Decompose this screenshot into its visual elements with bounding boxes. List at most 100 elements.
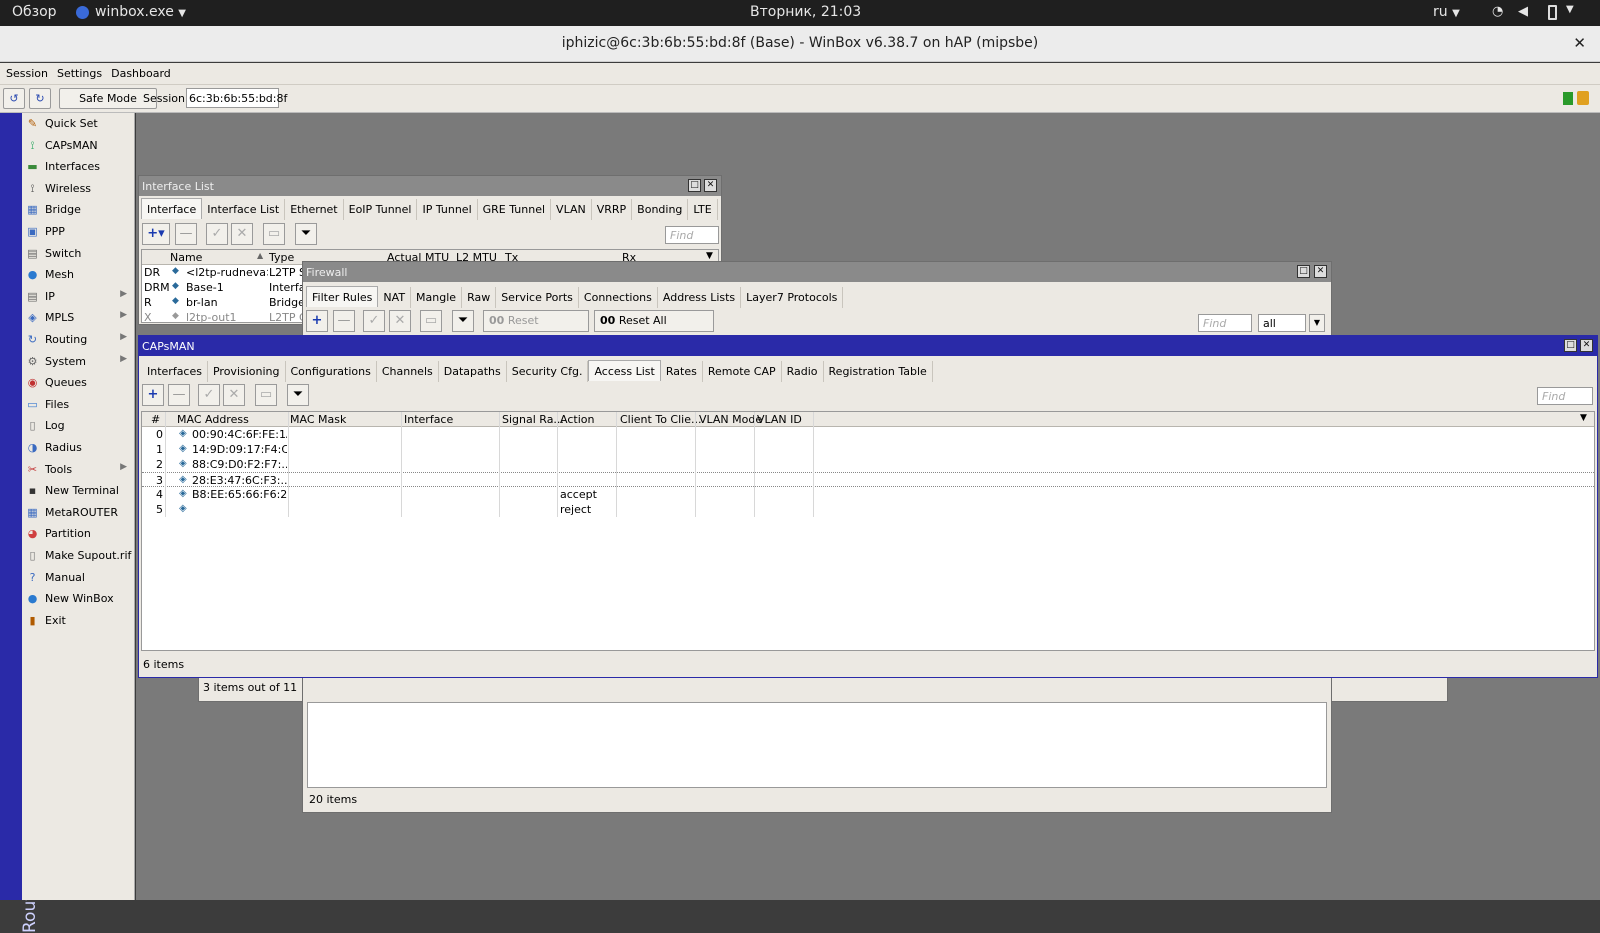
comment-button[interactable]: ▭ bbox=[420, 310, 442, 332]
enable-button[interactable]: ✓ bbox=[206, 223, 228, 245]
filter-button[interactable]: ⏷ bbox=[452, 310, 474, 332]
col-action[interactable]: Action bbox=[560, 413, 594, 426]
sidebar-item-interfaces[interactable]: ▬ Interfaces bbox=[22, 156, 135, 178]
sidebar-item-bridge[interactable]: ▦ Bridge bbox=[22, 199, 135, 221]
col-vlan-id[interactable]: VLAN ID bbox=[757, 413, 802, 426]
sidebar-item-manual[interactable]: ? Manual bbox=[22, 567, 135, 589]
enable-button[interactable]: ✓ bbox=[363, 310, 385, 332]
comment-button[interactable]: ▭ bbox=[255, 384, 277, 406]
find-input[interactable]: Find bbox=[1537, 387, 1593, 405]
wifi-icon[interactable]: ◔ bbox=[1492, 4, 1503, 19]
reset-counters-button[interactable]: 00 Reset Counters bbox=[483, 310, 589, 347]
comment-button[interactable]: ▭ bbox=[263, 223, 285, 245]
sidebar-item-make-supout-rif[interactable]: ▯ Make Supout.rif bbox=[22, 545, 135, 567]
sidebar-item-ppp[interactable]: ▣ PPP bbox=[22, 221, 135, 243]
tab-nat[interactable]: NAT bbox=[378, 287, 412, 308]
sidebar-item-mpls[interactable]: ◈ MPLS ▶ bbox=[22, 307, 135, 329]
table-row[interactable]: 0 ◈ 00:90:4C:6F:FE:1A bbox=[142, 427, 1594, 442]
battery-icon[interactable] bbox=[1548, 5, 1557, 20]
tab-configurations[interactable]: Configurations bbox=[286, 361, 377, 382]
tab-vrrp[interactable]: VRRP bbox=[592, 199, 633, 220]
remove-button[interactable]: — bbox=[333, 310, 355, 332]
sidebar-item-partition[interactable]: ◕ Partition bbox=[22, 523, 135, 545]
disable-button[interactable]: ✕ bbox=[223, 384, 245, 406]
tab-vlan[interactable]: VLAN bbox=[551, 199, 592, 220]
tab-provisioning[interactable]: Provisioning bbox=[208, 361, 286, 382]
clock[interactable]: Вторник, 21:03 bbox=[750, 4, 861, 20]
sidebar-item-new-terminal[interactable]: ▪ New Terminal bbox=[22, 480, 135, 502]
app-menu-button[interactable]: winbox.exe ▼ bbox=[95, 4, 186, 20]
table-row[interactable]: 1 ◈ 14:9D:09:17:F4:CF bbox=[142, 442, 1594, 457]
tab-mangle[interactable]: Mangle bbox=[411, 287, 463, 308]
sidebar-item-metarouter[interactable]: ▦ MetaROUTER bbox=[22, 502, 135, 524]
tab-interfaces[interactable]: Interfaces bbox=[142, 361, 208, 382]
remove-button[interactable]: — bbox=[175, 223, 197, 245]
tab-ethernet[interactable]: Ethernet bbox=[285, 199, 344, 220]
tab-eoip-tunnel[interactable]: EoIP Tunnel bbox=[344, 199, 418, 220]
tab-remote-cap[interactable]: Remote CAP bbox=[703, 361, 782, 382]
sidebar-item-mesh[interactable]: ● Mesh bbox=[22, 264, 135, 286]
col-name[interactable]: Name bbox=[170, 251, 202, 264]
sidebar-item-new-winbox[interactable]: ● New WinBox bbox=[22, 588, 135, 610]
sidebar-item-radius[interactable]: ◑ Radius bbox=[22, 437, 135, 459]
tab-radio[interactable]: Radio bbox=[782, 361, 824, 382]
remove-button[interactable]: — bbox=[168, 384, 190, 406]
col-mac-mask[interactable]: MAC Mask bbox=[290, 413, 346, 426]
filter-select[interactable]: all bbox=[1258, 314, 1306, 332]
tab-lte[interactable]: LTE bbox=[688, 199, 718, 220]
interface-list-titlebar[interactable]: Interface List bbox=[139, 176, 721, 196]
table-row[interactable]: 5 ◈ reject bbox=[142, 502, 1594, 517]
sidebar-item-files[interactable]: ▭ Files bbox=[22, 394, 135, 416]
sidebar-item-ip[interactable]: ▤ IP ▶ bbox=[22, 286, 135, 308]
tab-filter-rules[interactable]: Filter Rules bbox=[306, 286, 379, 307]
maximize-icon[interactable]: □ bbox=[688, 179, 701, 192]
find-input[interactable]: Find bbox=[665, 226, 719, 244]
reset-all-counters-button[interactable]: 00 Reset All Counters bbox=[594, 310, 714, 347]
disable-button[interactable]: ✕ bbox=[389, 310, 411, 332]
sidebar-item-switch[interactable]: ▤ Switch bbox=[22, 243, 135, 265]
col-signal-range[interactable]: Signal Ra... bbox=[502, 413, 564, 426]
tab-datapaths[interactable]: Datapaths bbox=[439, 361, 507, 382]
sidebar-item-quick-set[interactable]: ✎ Quick Set bbox=[22, 113, 135, 135]
overview-button[interactable]: Обзор bbox=[12, 4, 57, 20]
sidebar-item-capsman[interactable]: ⟟ CAPsMAN bbox=[22, 135, 135, 157]
close-icon[interactable]: ✕ bbox=[704, 179, 717, 192]
tab-interface-list[interactable]: Interface List bbox=[202, 199, 286, 220]
column-menu-icon[interactable]: ▼ bbox=[1580, 413, 1587, 423]
table-row[interactable]: 3 ◈ 28:E3:47:6C:F3:... bbox=[142, 472, 1594, 487]
column-menu-icon[interactable]: ▼ bbox=[706, 251, 713, 261]
capsman-window[interactable]: CAPsMAN □ ✕ Interfaces Provisioning Config… bbox=[138, 335, 1598, 678]
tab-connections[interactable]: Connections bbox=[579, 287, 658, 308]
tab-security-cfg[interactable]: Security Cfg. bbox=[507, 361, 589, 382]
maximize-icon[interactable]: □ bbox=[1297, 265, 1310, 278]
col-mac-address[interactable]: MAC Address bbox=[177, 413, 249, 426]
col-type[interactable]: Type bbox=[269, 251, 294, 264]
col-client-to-client[interactable]: Client To Clie... bbox=[620, 413, 701, 426]
table-row[interactable]: 4 ◈ B8:EE:65:66:F6:2D accept bbox=[142, 487, 1594, 502]
close-icon[interactable]: ✕ bbox=[1573, 34, 1586, 52]
tab-registration-table[interactable]: Registration Table bbox=[824, 361, 933, 382]
tab-bonding[interactable]: Bonding bbox=[632, 199, 689, 220]
tab-service-ports[interactable]: Service Ports bbox=[496, 287, 579, 308]
table-row[interactable]: 2 ◈ 88:C9:D0:F2:F7:... bbox=[142, 457, 1594, 472]
sidebar-item-exit[interactable]: ▮ Exit bbox=[22, 610, 135, 632]
col-vlan-mode[interactable]: VLAN Mode bbox=[699, 413, 762, 426]
sidebar-item-log[interactable]: ▯ Log bbox=[22, 415, 135, 437]
tab-channels[interactable]: Channels bbox=[377, 361, 439, 382]
tab-layer7-protocols[interactable]: Layer7 Protocols bbox=[741, 287, 844, 308]
session-field[interactable]: 6c:3b:6b:55:bd:8f bbox=[186, 88, 287, 108]
firewall-titlebar[interactable]: Firewall bbox=[303, 262, 1331, 282]
chevron-down-icon[interactable]: ▼ bbox=[1566, 4, 1574, 15]
add-button[interactable]: + bbox=[142, 384, 164, 406]
menu-settings[interactable]: Settings bbox=[51, 63, 105, 80]
col-number[interactable]: # bbox=[151, 413, 160, 426]
capsman-titlebar[interactable]: CAPsMAN bbox=[139, 336, 1597, 356]
filter-button[interactable]: ⏷ bbox=[295, 223, 317, 245]
tab-rates[interactable]: Rates bbox=[661, 361, 703, 382]
dropdown-button[interactable]: ▼ bbox=[1309, 314, 1325, 332]
tab-access-list[interactable]: Access List bbox=[588, 360, 661, 381]
filter-button[interactable]: ⏷ bbox=[287, 384, 309, 406]
disable-button[interactable]: ✕ bbox=[231, 223, 253, 245]
tab-raw[interactable]: Raw bbox=[462, 287, 497, 308]
undo-button[interactable]: ↺ bbox=[3, 88, 25, 109]
